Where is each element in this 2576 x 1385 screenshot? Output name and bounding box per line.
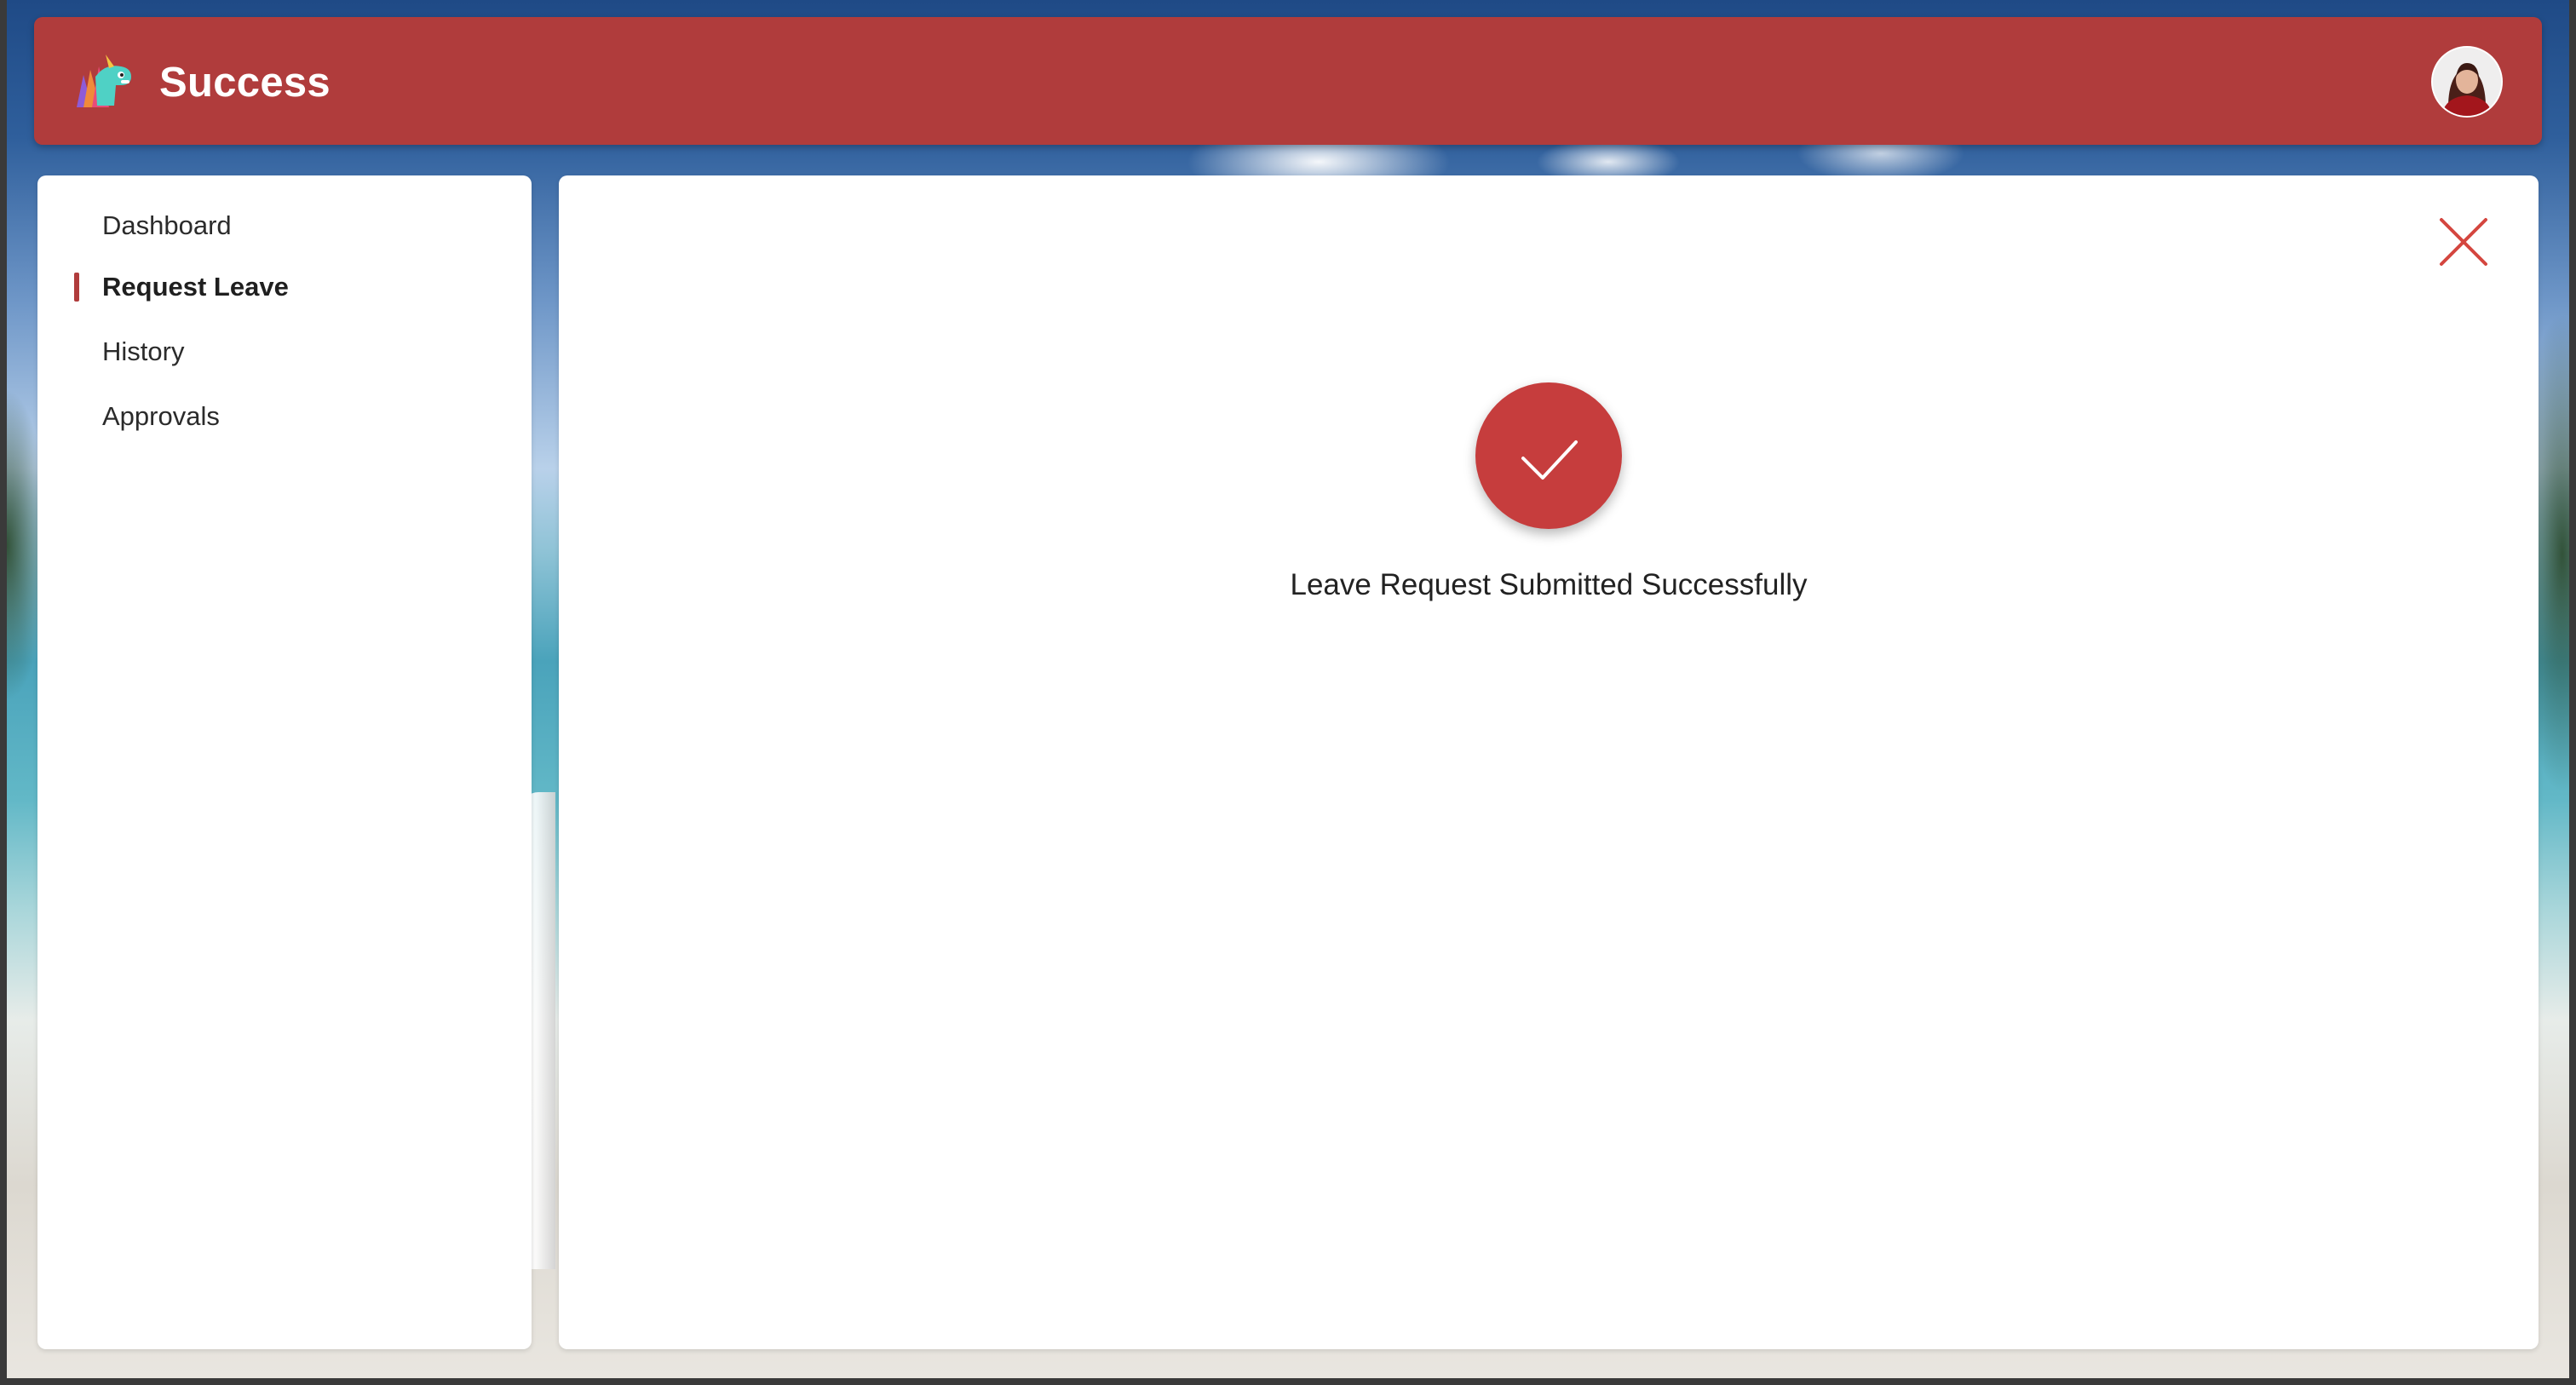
page-title: Success [159,60,331,106]
user-avatar-icon[interactable] [2431,46,2503,118]
success-message: Leave Request Submitted Successfully [1290,568,1808,601]
sidebar-item-approvals[interactable]: Approvals [102,395,220,438]
main-panel: Leave Request Submitted Successfully [559,175,2539,1349]
sidebar-nav: Dashboard Request Leave History Approval… [37,175,532,1349]
sidebar-item-request-leave[interactable]: Request Leave [102,266,289,308]
sidebar-item-dashboard[interactable]: Dashboard [102,204,232,247]
unicorn-logo-icon [72,51,136,114]
sidebar-item-history[interactable]: History [102,330,184,373]
app-header: Success [34,17,2542,145]
active-nav-indicator [74,273,79,302]
checkmark-circle-icon [1475,382,1622,529]
close-icon[interactable] [2436,215,2491,269]
